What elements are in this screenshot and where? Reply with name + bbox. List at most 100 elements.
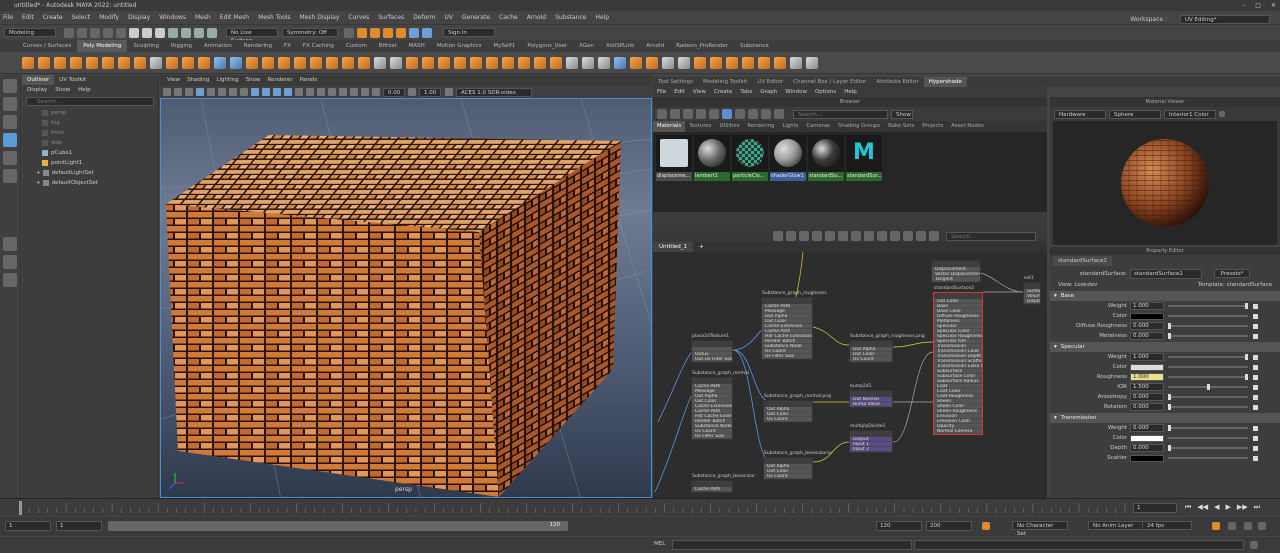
menu-create[interactable]: Create xyxy=(43,11,63,24)
boolean-icon[interactable] xyxy=(262,56,274,69)
snap-plane-icon[interactable] xyxy=(207,27,217,38)
map-button-icon[interactable] xyxy=(1253,445,1258,451)
hypershade-icon[interactable] xyxy=(409,27,419,38)
select-component-icon[interactable] xyxy=(155,27,165,38)
snap-point-icon[interactable] xyxy=(194,27,204,38)
hs-menu-options[interactable]: Options xyxy=(815,87,836,97)
step-forward-icon[interactable]: ▶▶ xyxy=(1237,503,1248,512)
outliner-item[interactable]: side xyxy=(22,138,158,148)
slider-handle[interactable] xyxy=(1168,445,1171,451)
texel-density-icon[interactable] xyxy=(790,56,802,69)
slider-handle[interactable] xyxy=(1168,333,1171,339)
tab-modeling-toolkit[interactable]: Modeling Toolkit xyxy=(698,77,752,87)
shader-node[interactable]: Substance_graph_basecolor Cache Path xyxy=(691,474,755,493)
tab-bake-sets[interactable]: Bake Sets xyxy=(884,121,918,132)
shelf-tab[interactable]: Substance xyxy=(734,40,775,52)
property-slider[interactable] xyxy=(1168,394,1248,400)
hs-menu-help[interactable]: Help xyxy=(844,87,857,97)
sculpt-icon[interactable] xyxy=(582,56,594,69)
quadrangulate-icon[interactable] xyxy=(710,56,722,69)
make-hole-icon[interactable] xyxy=(358,56,370,69)
tab-uv-editor[interactable]: UV Editor xyxy=(752,77,788,87)
clear-graph-icon[interactable] xyxy=(812,231,822,241)
shader-node[interactable]: Substance_graph_normal Cache Path Message O… xyxy=(691,371,749,440)
redo-icon[interactable] xyxy=(116,27,126,38)
shader-node-attribute[interactable]: Out Uv Filter Size xyxy=(692,357,732,362)
shader-node[interactable]: standardSurface2 Out Color Base Base Color D… xyxy=(933,286,983,435)
select-hierarchy-icon[interactable] xyxy=(129,27,139,38)
browser-up-icon[interactable] xyxy=(670,109,680,119)
snap-grid-icon[interactable] xyxy=(168,27,178,38)
layout-uv-icon[interactable] xyxy=(742,56,754,69)
symmetry-dropdown[interactable]: Symmetry: Off xyxy=(282,28,338,37)
poly-torus-icon[interactable] xyxy=(86,56,98,69)
graph-input-icon[interactable] xyxy=(786,231,796,241)
menu-windows[interactable]: Windows xyxy=(159,11,186,24)
map-button-icon[interactable] xyxy=(1253,455,1258,461)
gate-mask-icon[interactable] xyxy=(229,88,237,96)
menu-cache[interactable]: Cache xyxy=(499,11,518,24)
mirror-icon[interactable] xyxy=(630,56,642,69)
viewer-pause-icon[interactable] xyxy=(1219,111,1225,117)
shelf-tab[interactable]: XGen xyxy=(573,40,600,52)
renderer-dropdown[interactable]: Hardware xyxy=(1054,109,1106,119)
property-value-field[interactable]: 1.000 xyxy=(1130,373,1164,381)
browser-large-icon[interactable] xyxy=(748,109,758,119)
node-editor-canvas[interactable]: Substance_graph_roughness Cache Path Messa… xyxy=(653,252,1047,498)
shader-node-attribute[interactable]: Tangent xyxy=(932,277,980,282)
tab-shading-groups[interactable]: Shading Groups xyxy=(834,121,884,132)
go-to-start-icon[interactable]: ⏮ xyxy=(1185,503,1191,512)
paint-select-icon[interactable] xyxy=(3,115,17,129)
command-input[interactable] xyxy=(672,540,912,550)
xray-joints-icon[interactable] xyxy=(361,88,369,96)
motion-blur-icon[interactable] xyxy=(317,88,325,96)
menu-help[interactable]: Help xyxy=(596,11,610,24)
shelf-tab[interactable]: Rendering xyxy=(238,40,278,52)
save-scene-icon[interactable] xyxy=(90,27,100,38)
gamma-icon[interactable] xyxy=(408,88,416,96)
gamma-field[interactable]: 1.00 xyxy=(419,87,441,97)
shader-node[interactable]: Substance_graph_roughness.png Out Alpha Ou… xyxy=(849,334,925,363)
property-value-field[interactable]: 1.500 xyxy=(1130,383,1164,391)
shelf-tab-active[interactable]: Poly Modeling xyxy=(77,40,128,52)
outliner-item[interactable]: pCube1 xyxy=(22,148,158,158)
workspace-dropdown[interactable]: UV Editing* xyxy=(1180,15,1270,24)
fill-hole-icon[interactable] xyxy=(342,56,354,69)
tab-cameras[interactable]: Cameras xyxy=(802,121,834,132)
outliner-item[interactable]: + defaultObjectSet xyxy=(22,178,158,188)
auto-key-icon[interactable] xyxy=(982,522,990,530)
browser-filter-icon[interactable] xyxy=(709,109,719,119)
select-tool-icon[interactable] xyxy=(3,79,17,93)
shelf-tab[interactable]: FX xyxy=(278,40,297,52)
map-button-icon[interactable] xyxy=(1253,384,1258,390)
material-swatch[interactable]: shaderGlow1 xyxy=(770,135,806,181)
color-management-icon[interactable] xyxy=(445,88,453,96)
shader-node-attribute[interactable]: Cache Path xyxy=(692,487,732,492)
render-settings-icon[interactable] xyxy=(396,27,406,38)
expand-icon[interactable]: + xyxy=(36,168,41,178)
shelf-tab[interactable]: FX Caching xyxy=(297,40,340,52)
menu-edit-mesh[interactable]: Edit Mesh xyxy=(220,11,249,24)
bridge-icon[interactable] xyxy=(294,56,306,69)
range-bar[interactable]: 120 xyxy=(108,521,568,531)
rotate-tool-icon[interactable] xyxy=(3,151,17,165)
color-swatch[interactable] xyxy=(1130,312,1164,320)
slider-handle[interactable] xyxy=(1168,425,1171,431)
quad-draw-icon[interactable] xyxy=(614,56,626,69)
merge-icon[interactable] xyxy=(470,56,482,69)
shelf-tab[interactable]: Motion Graphics xyxy=(431,40,488,52)
viewport-canvas[interactable]: persp xyxy=(160,98,652,498)
menu-generate[interactable]: Generate xyxy=(462,11,490,24)
step-back-icon[interactable]: ◀◀ xyxy=(1197,503,1208,512)
tab-materials[interactable]: Materials xyxy=(653,121,686,132)
menu-mesh-tools[interactable]: Mesh Tools xyxy=(258,11,290,24)
tab-asset-nodes[interactable]: Asset Nodes xyxy=(947,121,988,132)
isolate-select-icon[interactable] xyxy=(339,88,347,96)
collapse-arrow-icon[interactable]: ▾ xyxy=(1054,415,1057,421)
slider-handle[interactable] xyxy=(1168,404,1171,410)
tab-rendering[interactable]: Rendering xyxy=(743,121,778,132)
outliner-item[interactable]: top xyxy=(22,118,158,128)
property-slider[interactable] xyxy=(1168,437,1248,439)
open-scene-icon[interactable] xyxy=(77,27,87,38)
material-swatch[interactable]: particleClo... xyxy=(732,135,768,181)
